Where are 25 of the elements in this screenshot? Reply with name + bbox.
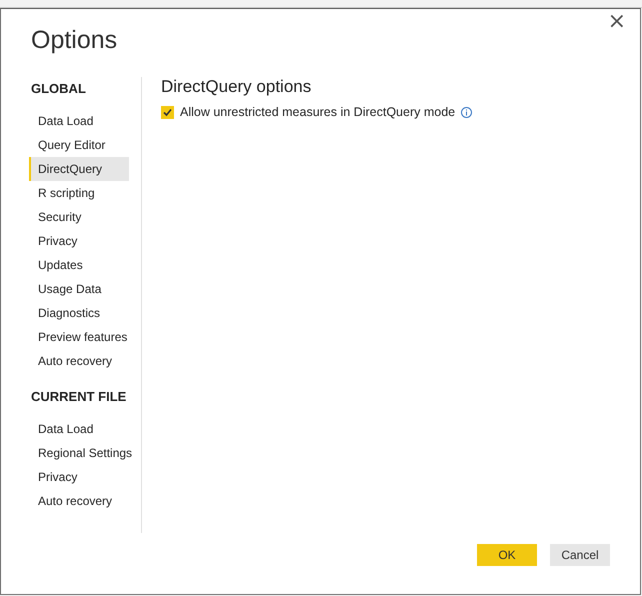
sidebar-item[interactable]: Regional Settings [29, 441, 136, 465]
dialog-title: Options [31, 25, 118, 55]
ok-button[interactable]: OK [477, 544, 537, 566]
sidebar-item[interactable]: Query Editor [29, 133, 129, 157]
info-icon[interactable] [461, 106, 472, 118]
sidebar-item[interactable]: Diagnostics [29, 301, 129, 325]
checkbox[interactable] [161, 106, 174, 119]
sidebar-item[interactable]: Preview features [29, 325, 130, 349]
option-label: Allow unrestricted measures in DirectQuery mode [180, 104, 456, 121]
sidebar-item[interactable]: Privacy [29, 229, 129, 253]
section-heading: GLOBAL [31, 81, 87, 97]
sidebar-item[interactable]: Updates [29, 253, 129, 277]
sidebar-item[interactable]: Auto recovery [29, 349, 129, 373]
sidebar-item[interactable]: Usage Data [29, 277, 129, 301]
section-heading: CURRENT FILE [31, 389, 128, 405]
sidebar-item[interactable]: Data Load [29, 109, 129, 133]
close-button[interactable]: × [606, 11, 628, 33]
cancel-button[interactable]: Cancel [550, 544, 610, 566]
sidebar-item[interactable]: Auto recovery [29, 489, 129, 513]
sidebar-item[interactable]: DirectQuery [29, 157, 129, 181]
sidebar-item[interactable]: Privacy [29, 465, 129, 489]
sidebar-item[interactable]: R scripting [29, 181, 129, 205]
sidebar-item[interactable]: Data Load [29, 417, 129, 441]
sidebar-item[interactable]: Security [29, 205, 129, 229]
section-title: DirectQuery options [161, 77, 312, 97]
